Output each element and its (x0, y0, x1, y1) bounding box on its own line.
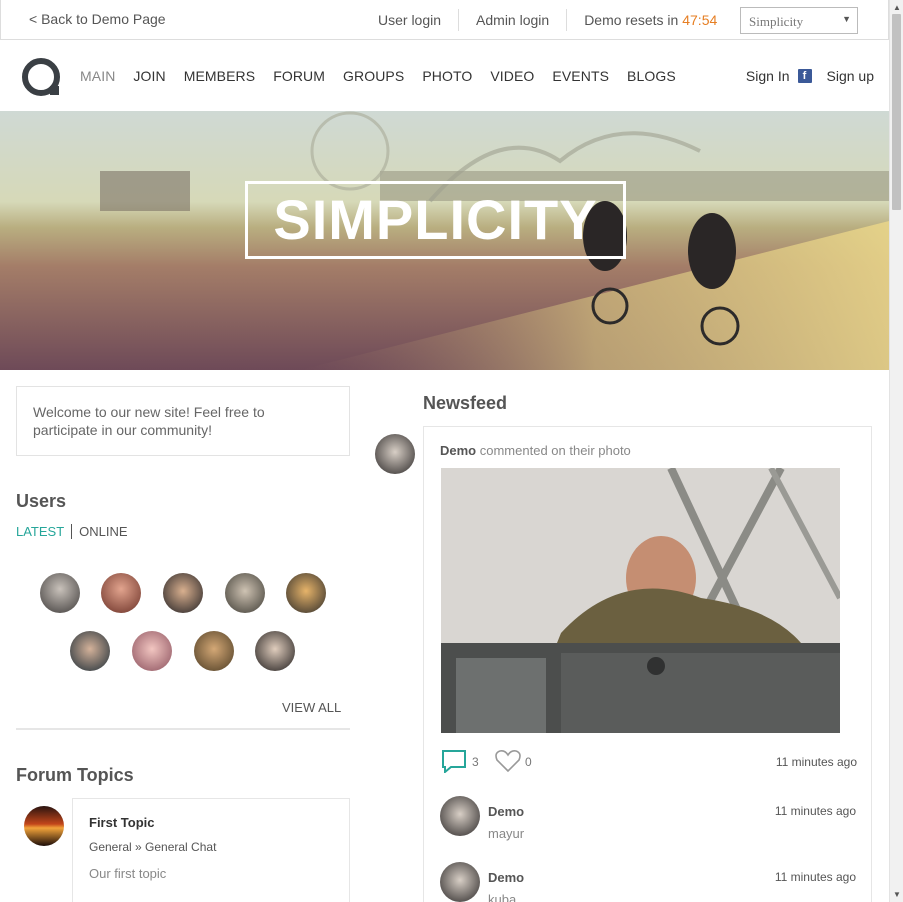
facebook-icon[interactable]: f (797, 69, 812, 83)
site-logo-icon[interactable] (20, 58, 62, 96)
comment-author-link[interactable]: Demo (488, 804, 524, 819)
scrollbar-thumb[interactable] (892, 14, 901, 210)
scroll-up-icon[interactable]: ▲ (893, 3, 901, 12)
main-nav: MAIN JOIN MEMBERS FORUM GROUPS PHOTO VID… (80, 68, 694, 84)
demo-bar: < Back to Demo Page User login Admin log… (0, 0, 889, 40)
user-login-link[interactable]: User login (361, 9, 460, 31)
like-count: 0 (525, 755, 532, 769)
divider (16, 728, 350, 730)
feed-photo-image (441, 468, 840, 733)
demo-reset-timer: 47:54 (682, 12, 718, 28)
nav-video[interactable]: VIDEO (490, 68, 534, 84)
comment-item: Demo mayur 11 minutes ago (440, 796, 856, 854)
heart-icon[interactable] (494, 749, 522, 773)
users-title: Users (16, 491, 67, 511)
scroll-down-icon[interactable]: ▼ (893, 890, 901, 899)
nav-members[interactable]: MEMBERS (184, 68, 256, 84)
hero-banner: SIMPLICITY (0, 111, 889, 370)
feed-action-text: commented on their photo (479, 443, 631, 458)
avatar[interactable] (255, 631, 295, 671)
tab-latest[interactable]: LATEST (16, 524, 73, 539)
welcome-box: Welcome to our new site! Feel free to pa… (16, 386, 350, 456)
newsfeed-title: Newsfeed (423, 393, 508, 413)
nav-join[interactable]: JOIN (133, 68, 165, 84)
admin-login-link[interactable]: Admin login (459, 9, 568, 31)
avatar[interactable] (163, 573, 203, 613)
nav-blogs[interactable]: BLOGS (627, 68, 676, 84)
feed-author-link[interactable]: Demo (440, 443, 476, 458)
topic-avatar[interactable] (24, 806, 64, 846)
view-all-users-link[interactable]: VIEW ALL (282, 700, 341, 715)
feed-timestamp: 11 minutes ago (775, 755, 857, 769)
forum-topics-title: Forum Topics (16, 765, 134, 785)
chevron-down-icon: ▼ (842, 14, 851, 24)
comment-author-link[interactable]: Demo (488, 870, 524, 885)
comment-text: mayur (488, 826, 525, 841)
avatar[interactable] (225, 573, 265, 613)
comment-avatar[interactable] (440, 796, 480, 836)
avatar[interactable] (194, 631, 234, 671)
theme-select-value: Simplicity (749, 14, 804, 29)
avatar[interactable] (101, 573, 141, 613)
comment-avatar[interactable] (440, 862, 480, 902)
comment-text: kuba (488, 892, 517, 902)
nav-groups[interactable]: GROUPS (343, 68, 404, 84)
sign-up-link[interactable]: Sign up (827, 68, 874, 84)
nav-photo[interactable]: PHOTO (422, 68, 472, 84)
comment-timestamp: 11 minutes ago (774, 804, 856, 818)
auth-links: Sign In f Sign up (746, 68, 874, 84)
avatar[interactable] (70, 631, 110, 671)
comment-count: 3 (472, 755, 479, 769)
comment-icon[interactable] (441, 749, 467, 773)
avatar[interactable] (40, 573, 80, 613)
tab-online[interactable]: ONLINE (72, 524, 127, 539)
feed-actions: 3 0 11 minutes ago (441, 747, 857, 775)
sign-in-link[interactable]: Sign In (746, 68, 790, 84)
feed-header: Demo commented on their photo (440, 443, 631, 458)
nav-events[interactable]: EVENTS (552, 68, 609, 84)
theme-select[interactable]: Simplicity ▼ (740, 7, 858, 34)
hero-title: SIMPLICITY (245, 181, 626, 259)
demo-links: User login Admin login Demo resets in 47… (361, 0, 734, 40)
forum-topic-card: First Topic General » General Chat Our f… (72, 798, 350, 902)
demo-reset-info: Demo resets in 47:54 (567, 9, 734, 31)
avatar[interactable] (132, 631, 172, 671)
avatar[interactable] (286, 573, 326, 613)
nav-forum[interactable]: FORUM (273, 68, 325, 84)
nav-main[interactable]: MAIN (80, 68, 115, 84)
topic-breadcrumb[interactable]: General » General Chat (89, 840, 333, 854)
newsfeed-card: Demo commented on their photo 3 0 11 min… (423, 426, 872, 902)
page-scrollbar[interactable]: ▲ ▼ (889, 0, 903, 902)
back-to-demo-link[interactable]: < Back to Demo Page (29, 11, 166, 27)
topic-title-link[interactable]: First Topic (89, 815, 333, 830)
feed-photo[interactable] (441, 468, 840, 733)
main-navbar: MAIN JOIN MEMBERS FORUM GROUPS PHOTO VID… (0, 40, 889, 111)
topic-description: Our first topic (89, 866, 167, 881)
users-tabs: LATEST ONLINE (16, 524, 128, 539)
comment-timestamp: 11 minutes ago (774, 870, 856, 884)
comment-item: Demo kuba 11 minutes ago (440, 862, 856, 902)
demo-reset-label: Demo resets in (584, 12, 679, 28)
feed-author-avatar[interactable] (375, 434, 415, 474)
